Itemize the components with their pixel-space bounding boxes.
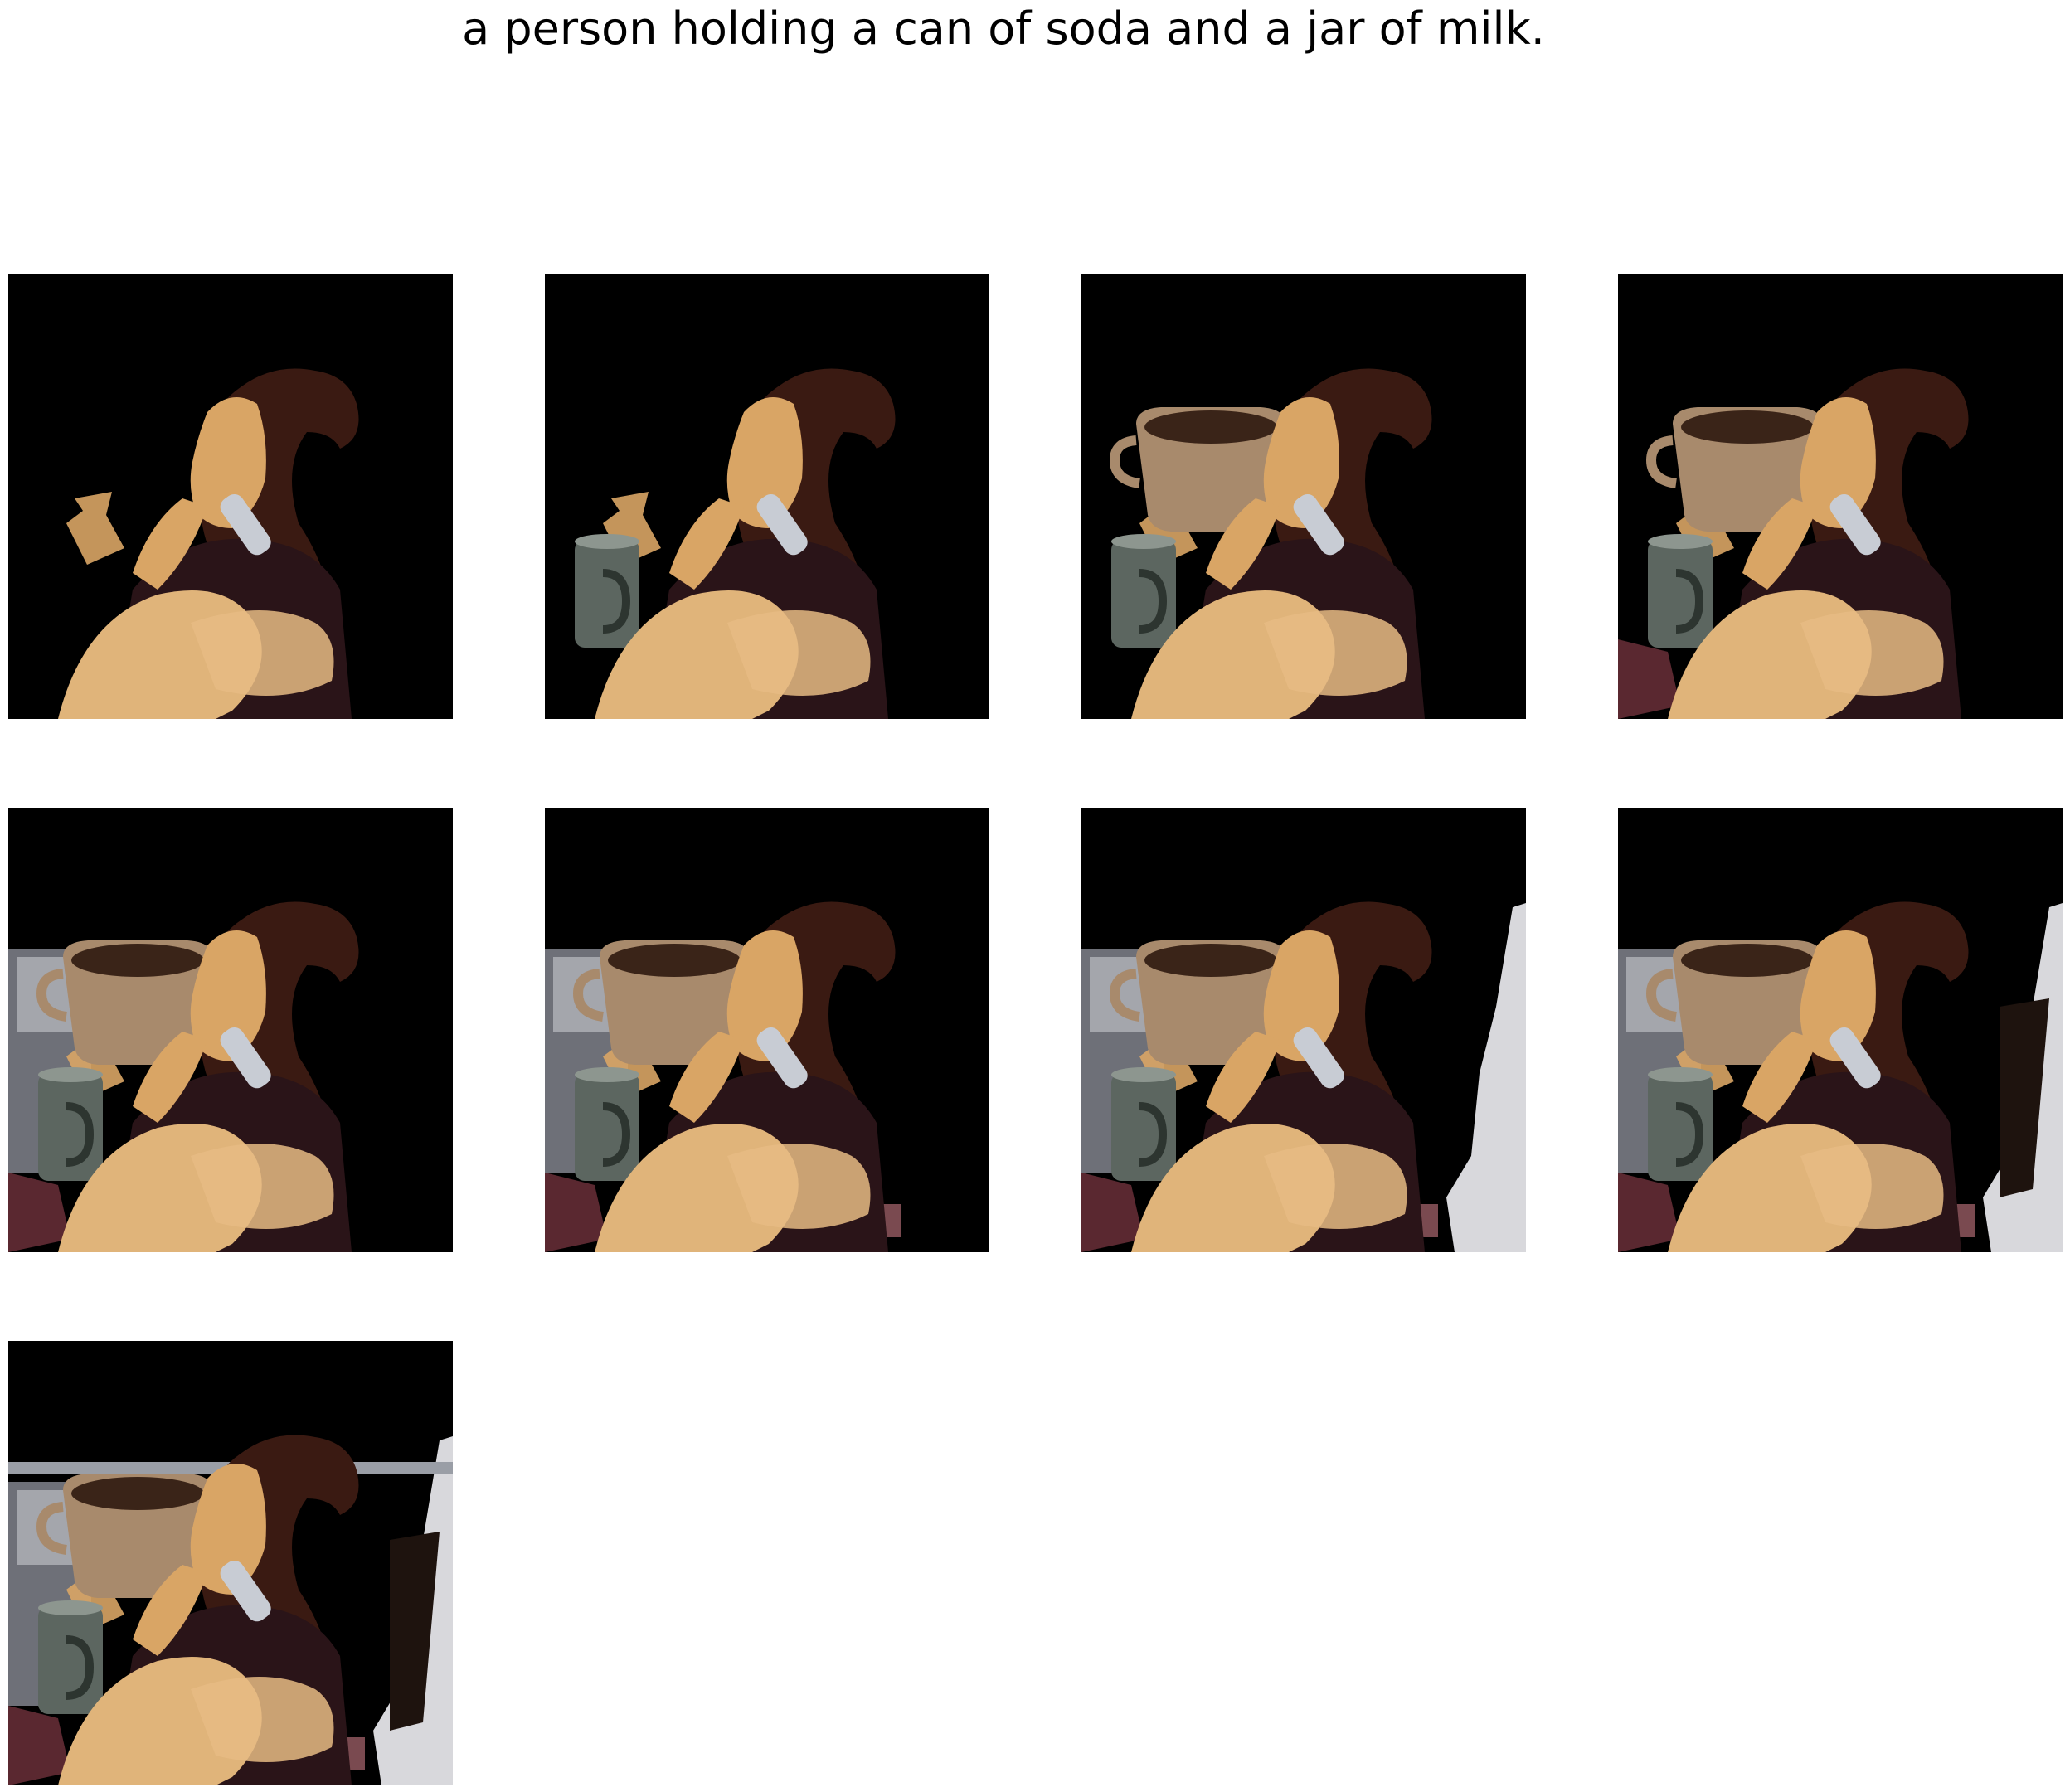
panel-step-9 bbox=[8, 1341, 453, 1785]
panel-step-8 bbox=[1618, 808, 2063, 1252]
composite-image bbox=[545, 808, 989, 1252]
composite-image bbox=[545, 274, 989, 719]
panel-step-1 bbox=[8, 274, 453, 719]
panel-step-2 bbox=[545, 274, 989, 719]
panel-step-3 bbox=[1081, 274, 1526, 719]
composite-image bbox=[8, 274, 453, 719]
panel-step-4 bbox=[1618, 274, 2063, 719]
composite-image bbox=[1081, 274, 1526, 719]
panel-step-6 bbox=[545, 808, 989, 1252]
composite-image bbox=[1618, 808, 2063, 1252]
composite-image bbox=[8, 808, 453, 1252]
composite-image bbox=[1081, 808, 1526, 1252]
composite-image bbox=[1618, 274, 2063, 719]
panel-step-5 bbox=[8, 808, 453, 1252]
caption-title: a person holding a can of soda and a jar… bbox=[462, 2, 1545, 55]
panel-step-7 bbox=[1081, 808, 1526, 1252]
composite-image bbox=[8, 1341, 453, 1785]
